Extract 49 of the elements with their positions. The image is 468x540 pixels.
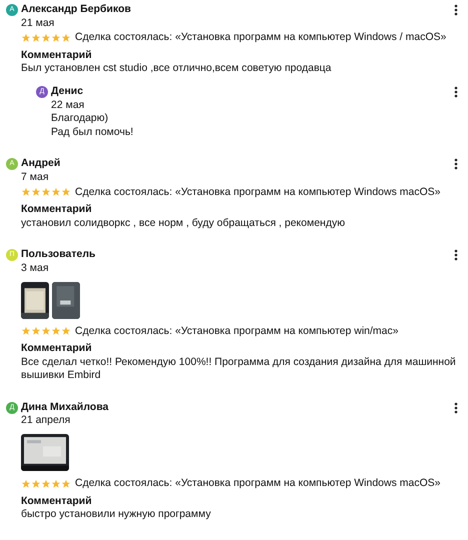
reply-text: Благодарю)	[51, 112, 110, 126]
comment-label: Комментарий	[21, 494, 93, 508]
reply-date: 22 мая	[51, 98, 86, 112]
star-icon	[61, 187, 71, 198]
deal-text: Сделка состоялась: «Установка программ на компьютер Windows macOS»	[75, 477, 440, 491]
author-name: Андрей	[21, 157, 62, 171]
star-icon	[21, 326, 31, 336]
more-icon[interactable]	[454, 402, 458, 414]
star-icon	[61, 326, 71, 336]
deal-text: Сделка состоялась: «Установка программ на компьютер Windows / macOS»	[75, 31, 446, 45]
review-date: 21 апреля	[21, 414, 72, 428]
deal-text: Сделка состоялась: «Установка программ на компьютер win/mac»	[75, 324, 398, 338]
comment-label: Комментарий	[21, 48, 93, 62]
more-icon[interactable]	[454, 86, 458, 98]
star-icon	[51, 32, 61, 43]
author-name: Пользователь	[21, 248, 96, 262]
star-icon	[51, 187, 61, 198]
author-name: Дина Михайлова	[21, 400, 110, 414]
star-icon	[31, 326, 41, 336]
reply-text: Рад был помочь!	[51, 126, 134, 140]
star-icon	[21, 478, 31, 489]
comment-label: Комментарий	[21, 342, 93, 356]
star-icon	[41, 32, 51, 43]
review-date: 3 мая	[21, 262, 50, 276]
deal-text: Сделка состоялась: «Установка программ на компьютер Windows macOS»	[75, 186, 440, 200]
star-icon	[41, 478, 51, 489]
comment-text: быстро установили нужную программу	[21, 508, 212, 522]
author-name: Александр Бербиков	[21, 3, 132, 17]
review-date: 21 мая	[21, 16, 56, 30]
star-icon	[21, 32, 31, 43]
comment-text: Был установлен cst studio ,все отлично,всем советую продавца	[21, 62, 332, 76]
comment-text: Все сделал четко!! Рекомендую 100%!! Программа для создания дизайна для машинной вышивки Embird	[21, 356, 457, 383]
star-icon	[21, 187, 31, 198]
author-name: Денис	[51, 84, 84, 99]
star-icon	[41, 187, 51, 198]
more-icon[interactable]	[454, 249, 458, 262]
more-icon[interactable]	[454, 4, 458, 16]
star-icon	[41, 326, 51, 336]
star-icon	[31, 32, 41, 43]
star-icon	[61, 32, 71, 43]
comment-text: установил солидворкс , все норм , буду обращаться , рекомендую	[21, 216, 346, 230]
more-icon[interactable]	[454, 158, 458, 170]
star-icon	[31, 478, 41, 489]
star-icon	[31, 187, 41, 198]
star-icon	[61, 478, 71, 489]
review-date: 7 мая	[21, 170, 50, 185]
star-icon	[51, 478, 61, 489]
comment-label: Комментарий	[21, 203, 93, 217]
star-icon	[51, 326, 61, 336]
